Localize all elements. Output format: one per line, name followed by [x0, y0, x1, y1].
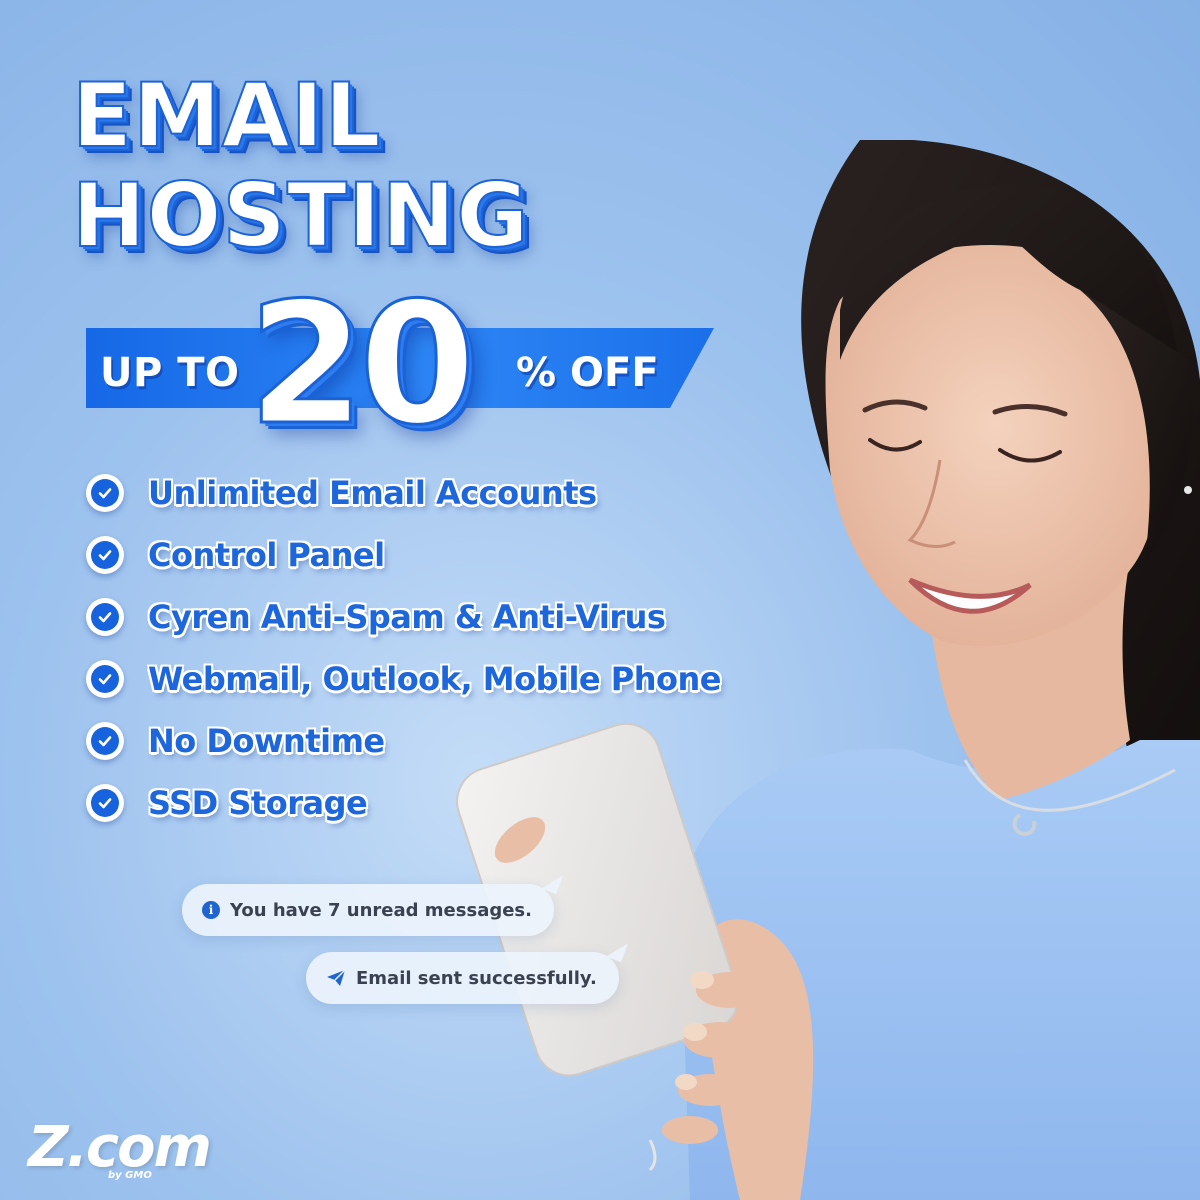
promo-prefix: UP TO: [100, 350, 240, 396]
check-icon: [86, 784, 124, 822]
feature-label: SSD Storage: [147, 784, 368, 823]
paper-plane-icon: [326, 969, 346, 987]
feature-label: Webmail, Outlook, Mobile Phone: [148, 660, 722, 699]
check-icon: [86, 598, 124, 636]
feature-item: Cyren Anti-Spam & Anti-Virus: [86, 586, 721, 648]
feature-list: Unlimited Email Accounts Control Panel C…: [86, 462, 722, 834]
sent-notification-text: Email sent successfully.: [356, 967, 597, 989]
headline-hosting: HOSTING: [71, 164, 530, 267]
check-icon: [86, 660, 124, 698]
feature-item: SSD Storage: [86, 772, 721, 834]
brand-logo: Z.com: [28, 1115, 212, 1180]
unread-notification-text: You have 7 unread messages.: [230, 899, 532, 921]
feature-label: Unlimited Email Accounts: [148, 474, 598, 513]
brand-byline: by GMO: [108, 1170, 152, 1181]
headline-email: EMAIL: [71, 64, 382, 167]
promo-suffix: % OFF: [516, 350, 659, 396]
feature-item: Control Panel: [86, 524, 721, 586]
feature-item: Unlimited Email Accounts: [86, 462, 721, 524]
feature-item: Webmail, Outlook, Mobile Phone: [86, 648, 722, 710]
unread-notification: i You have 7 unread messages.: [182, 884, 554, 936]
check-icon: [86, 536, 124, 574]
check-icon: [86, 722, 124, 760]
feature-item: No Downtime: [86, 710, 721, 772]
info-icon: i: [202, 901, 220, 919]
check-icon: [86, 474, 124, 512]
promo-number: 20: [247, 266, 478, 462]
feature-label: Control Panel: [148, 536, 386, 575]
feature-label: No Downtime: [148, 722, 386, 761]
sent-notification: Email sent successfully.: [306, 952, 619, 1004]
feature-label: Cyren Anti-Spam & Anti-Virus: [147, 598, 666, 637]
